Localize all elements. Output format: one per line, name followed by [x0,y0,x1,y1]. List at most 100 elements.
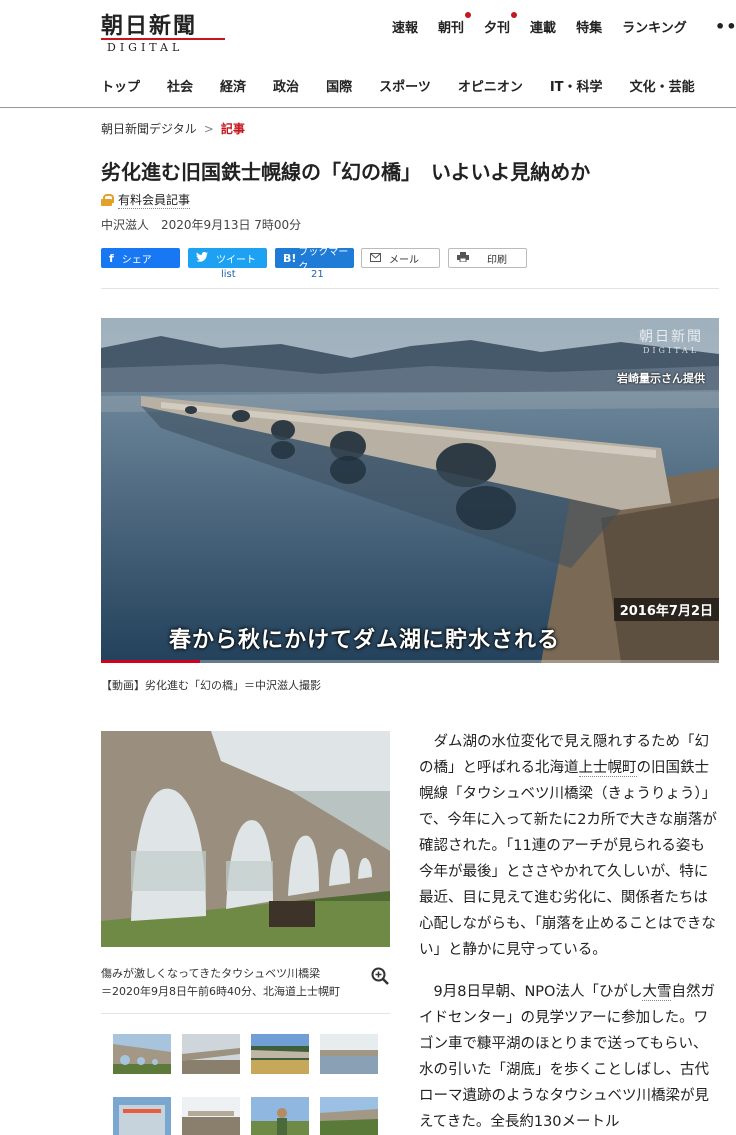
topnav-label: 連載 [530,21,557,36]
topnav-item[interactable]: 連載 [530,17,556,36]
category-nav-item[interactable]: 社会 [167,76,193,95]
logo-sub: DIGITAL [107,41,184,54]
topnav-item[interactable]: 速報 [392,17,418,36]
top-nav: 速報 朝刊 夕刊 連載 特集 ランキング [392,12,707,36]
logo-underline [101,38,225,40]
category-nav-item[interactable]: 政治 [273,76,299,95]
topnav-item[interactable]: 朝刊 [438,12,472,36]
thumbnail-image [320,1097,378,1135]
thumbnail-image [113,1034,171,1074]
body-text: 自然ガイドセンター」の見学ツアーに参加した。ワゴン車で糠平湖のほとりまで送っても… [419,984,715,1130]
publish-date: 2020年9月13日 7時00分 [161,218,302,232]
category-nav-item[interactable]: 文化・芸能 [630,76,695,95]
topnav-item[interactable]: 特集 [576,17,602,36]
video-subtitle: 春から秋にかけてダム湖に貯水される [169,628,561,653]
category-nav-item[interactable]: スポーツ [379,76,431,95]
photo-caption: 傷みが激しくなってきたタウシュベツ川橋梁 ＝2020年9月8日午前6時40分、北… [101,965,361,1001]
watermark-sub: DIGITAL [642,346,700,355]
breadcrumb: 朝日新聞デジタル > 記事 [101,120,245,137]
paid-member-badge[interactable]: 有料会員記事 [101,191,191,209]
body-text: の旧国鉄士幌線「タウシュベツ川橋梁（きょうりょう）」で、今年に入って新たに2カ所… [419,760,717,958]
topnav-label: 朝刊 [438,21,465,36]
article-body: ダム湖の水位変化で見え隠れするため「幻の橋」と呼ばれる北海道上士幌町の旧国鉄士幌… [419,729,719,1135]
twitter-count[interactable]: list [221,269,236,280]
printer-icon [457,251,469,265]
zoom-icon[interactable] [371,967,389,985]
twitter-share-label: ツイート [216,254,256,266]
print-button[interactable]: 印刷 [448,248,527,268]
bridge-photo-image [101,731,390,947]
topnav-label: 速報 [392,21,419,36]
mail-share-label: メール [389,254,419,266]
photo-caption-line2: ＝2020年9月8日午前6時40分、北海道上士幌町 [101,985,340,998]
hatena-count[interactable]: 21 [311,269,324,280]
photo-caption-line1: 傷みが激しくなってきたタウシュベツ川橋梁 [101,967,321,980]
more-menu-icon[interactable]: ••• [715,17,736,36]
video-credit: 岩崎量示さん提供 [617,372,705,385]
thumbnail-image [182,1034,240,1074]
gallery-thumbnail[interactable] [320,1034,378,1074]
gallery-thumbnail[interactable] [113,1034,171,1074]
gallery-thumbnail[interactable] [113,1097,171,1135]
article-title: 劣化進む旧国鉄士幌線の「幻の橋」 いよいよ見納めか [101,160,591,184]
hatena-bookmark-icon: B! [283,251,297,265]
topnav-label: 特集 [576,21,603,36]
photo-divider [101,1013,390,1014]
thumbnail-image [320,1034,378,1074]
share-divider [101,288,719,289]
hatena-bookmark-label: ブックマーク [298,247,349,273]
gallery-thumbnail[interactable] [320,1097,378,1135]
new-indicator-dot [465,12,472,18]
facebook-share-label: シェア [121,254,152,266]
thumbnail-image [182,1097,240,1135]
category-nav: トップ 社会 経済 政治 国際 スポーツ オピニオン IT・科学 文化・芸能 [0,62,736,108]
thumbnail-image [251,1034,309,1074]
gallery-thumbnail[interactable] [251,1097,309,1135]
category-nav-item[interactable]: IT・科学 [550,76,603,95]
hatena-bookmark-button[interactable]: B! ブックマーク [275,247,354,273]
print-label: 印刷 [487,254,507,266]
gallery-thumbnail[interactable] [182,1097,240,1135]
byline: 中沢滋人 2020年9月13日 7時00分 [101,216,301,233]
logo-text: 朝日新聞 [101,13,198,39]
category-nav-item[interactable]: 国際 [326,76,352,95]
topnav-item[interactable]: 夕刊 [484,12,518,36]
category-nav-item[interactable]: 経済 [220,76,246,95]
video-caption: 【動画】劣化進む「幻の橋」＝中沢滋人撮影 [101,679,321,692]
mail-icon [370,252,381,265]
lock-icon [101,194,114,206]
topnav-label: ランキング [622,21,687,36]
site-header: 朝日新聞 DIGITAL 速報 朝刊 夕刊 連載 特集 ランキング ••• [0,0,736,62]
paid-label: 有料会員記事 [118,193,191,209]
site-logo[interactable]: 朝日新聞 DIGITAL [101,8,227,54]
new-indicator-dot [511,12,518,18]
facebook-icon: f [109,251,114,265]
mail-share-button[interactable]: メール [361,248,440,268]
video-date: 2016年7月2日 [613,598,719,621]
keyword-link[interactable]: 大雪 [642,984,672,1001]
thumbnail-image [113,1097,171,1135]
breadcrumb-current[interactable]: 記事 [221,122,245,136]
category-nav-item[interactable]: トップ [101,76,140,95]
body-paragraph: 9月8日早朝、NPO法人「ひがし大雪自然ガイドセンター」の見学ツアーに参加した。… [419,979,719,1135]
gallery-thumbnail[interactable] [251,1034,309,1074]
keyword-link[interactable]: 上士幌町 [578,760,637,777]
body-text: 9月8日早朝、NPO法人「ひがし [433,984,643,1000]
video-watermark: 朝日新聞 DIGITAL [639,326,703,355]
body-paragraph: ダム湖の水位変化で見え隠れするため「幻の橋」と呼ばれる北海道上士幌町の旧国鉄士幌… [419,729,719,963]
twitter-bird-icon [196,251,208,265]
facebook-share-button[interactable]: f シェア [101,248,180,268]
author-name: 中沢滋人 [101,218,150,232]
gallery-thumbnail[interactable] [182,1034,240,1074]
video-progress-bar[interactable] [101,660,200,663]
breadcrumb-separator: > [203,122,214,136]
topnav-label: 夕刊 [484,21,511,36]
twitter-share-button[interactable]: ツイート [188,248,267,268]
category-nav-item[interactable]: オピニオン [458,76,523,95]
topnav-item[interactable]: ランキング [622,17,687,36]
article-video[interactable]: 朝日新聞 DIGITAL 岩崎量示さん提供 2016年7月2日 春から秋にかけて… [101,318,719,663]
article-photo[interactable] [101,731,390,947]
watermark-text: 朝日新聞 [639,329,703,345]
breadcrumb-home[interactable]: 朝日新聞デジタル [101,122,197,136]
thumbnail-image [251,1097,309,1135]
